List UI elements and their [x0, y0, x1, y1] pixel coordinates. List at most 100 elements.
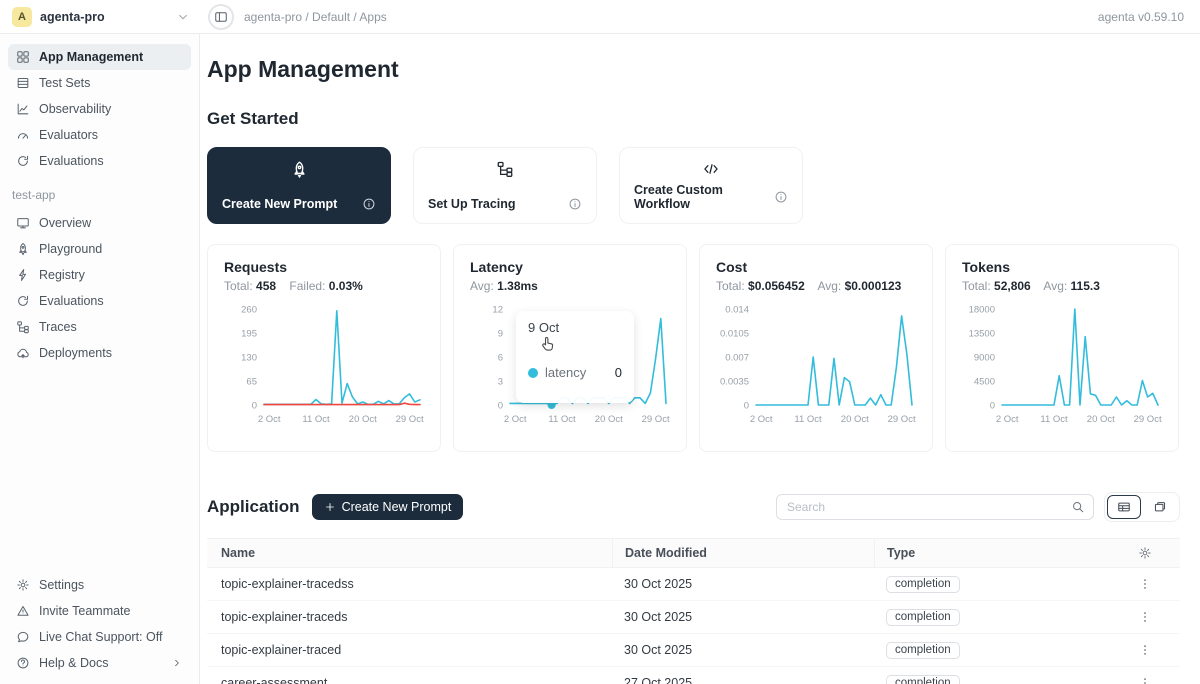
rocket-icon [222, 160, 376, 179]
card-view-button[interactable] [1143, 495, 1177, 519]
svg-text:20 Oct: 20 Oct [841, 414, 869, 425]
chevron-down-icon [176, 10, 190, 24]
svg-text:130: 130 [241, 352, 257, 363]
table-view-button[interactable] [1107, 495, 1141, 519]
chat-bubble-icon [16, 630, 30, 644]
tooltip-series-label: latency [545, 365, 586, 380]
svg-text:2 Oct: 2 Oct [750, 414, 773, 425]
tooltip-date: 9 Oct [528, 320, 622, 335]
search-input[interactable] [787, 500, 1071, 514]
svg-text:0: 0 [252, 400, 257, 411]
requests-chart[interactable]: 0651301952602 Oct11 Oct20 Oct29 Oct [224, 301, 426, 429]
chart-tooltip: 9 Oct latency 0 [516, 311, 634, 403]
info-icon[interactable] [774, 190, 788, 204]
svg-text:65: 65 [246, 376, 257, 387]
svg-text:0.0105: 0.0105 [720, 328, 749, 339]
sidebar-item-registry[interactable]: Registry [8, 262, 191, 288]
svg-text:3: 3 [498, 376, 503, 387]
sidebar-item-evaluations-project[interactable]: Evaluations [8, 288, 191, 314]
sidebar-item-evaluators[interactable]: Evaluators [8, 122, 191, 148]
svg-text:11 Oct: 11 Oct [548, 414, 576, 425]
column-header-type[interactable]: Type [874, 539, 1110, 567]
gear-icon [16, 578, 30, 592]
table-row[interactable]: topic-explainer-traced 30 Oct 2025 compl… [207, 634, 1180, 667]
kebab-menu-icon[interactable] [1138, 610, 1152, 624]
sidebar-item-label: Observability [39, 102, 111, 116]
mouse-cursor-icon [538, 335, 557, 354]
app-date: 27 Oct 2025 [612, 676, 874, 684]
kebab-menu-icon[interactable] [1138, 643, 1152, 657]
cost-chart[interactable]: 00.00350.0070.01050.0142 Oct11 Oct20 Oct… [716, 301, 918, 429]
workspace-switcher[interactable]: A agenta-pro [0, 7, 200, 27]
sidebar-item-label: Evaluators [39, 128, 98, 142]
app-date: 30 Oct 2025 [612, 577, 874, 591]
table-row[interactable]: career-assessment 27 Oct 2025 completion [207, 667, 1180, 684]
svg-text:0.0035: 0.0035 [720, 376, 749, 387]
app-name[interactable]: topic-explainer-tracedss [207, 577, 612, 591]
set-up-tracing-card[interactable]: Set Up Tracing [413, 147, 597, 224]
sidebar-item-label: Playground [39, 242, 102, 256]
chart-title: Cost [716, 259, 916, 275]
gauge-icon [16, 128, 30, 142]
top-bar: A agenta-pro agenta-pro / Default / Apps… [0, 0, 1200, 34]
rocket-icon [16, 242, 30, 256]
svg-text:9000: 9000 [974, 352, 995, 363]
sidebar-item-evaluations[interactable]: Evaluations [8, 148, 191, 174]
sidebar-item-app-management[interactable]: App Management [8, 44, 191, 70]
svg-text:4500: 4500 [974, 376, 995, 387]
create-new-prompt-card[interactable]: Create New Prompt [207, 147, 391, 224]
sidebar: App Management Test Sets Observability E… [0, 34, 200, 684]
sidebar-item-deployments[interactable]: Deployments [8, 340, 191, 366]
gear-icon[interactable] [1138, 546, 1152, 560]
app-date: 30 Oct 2025 [612, 610, 874, 624]
column-header-name[interactable]: Name [207, 546, 612, 560]
type-badge: completion [886, 609, 960, 626]
create-custom-workflow-card[interactable]: Create Custom Workflow [619, 147, 803, 224]
sidebar-item-help-docs[interactable]: Help & Docs [8, 650, 191, 676]
table-row[interactable]: topic-explainer-tracedss 30 Oct 2025 com… [207, 568, 1180, 601]
create-new-prompt-button[interactable]: Create New Prompt [312, 494, 464, 520]
breadcrumb[interactable]: agenta-pro / Default / Apps [244, 10, 1098, 24]
get-started-title: Get Started [207, 109, 1180, 129]
svg-text:260: 260 [241, 304, 257, 315]
cost-chart-card: Cost Total: $0.056452 Avg: $0.000123 00.… [699, 244, 933, 452]
info-icon[interactable] [568, 197, 582, 211]
search-icon[interactable] [1071, 500, 1085, 514]
svg-text:18000: 18000 [969, 304, 995, 315]
app-name[interactable]: career-assessment [207, 676, 612, 684]
chart-stats: Avg: 1.38ms [470, 279, 670, 293]
table-row[interactable]: topic-explainer-traceds 30 Oct 2025 comp… [207, 601, 1180, 634]
chevron-right-icon [171, 657, 183, 669]
kebab-menu-icon[interactable] [1138, 577, 1152, 591]
app-date: 30 Oct 2025 [612, 643, 874, 657]
svg-text:2 Oct: 2 Oct [504, 414, 527, 425]
tokens-chart[interactable]: 04500900013500180002 Oct11 Oct20 Oct29 O… [962, 301, 1164, 429]
svg-text:11 Oct: 11 Oct [1040, 414, 1068, 425]
refresh-circle-icon [16, 294, 30, 308]
sidebar-item-overview[interactable]: Overview [8, 210, 191, 236]
sidebar-item-traces[interactable]: Traces [8, 314, 191, 340]
svg-text:0: 0 [498, 400, 503, 411]
column-header-date-modified[interactable]: Date Modified [612, 539, 874, 567]
monitor-icon [16, 216, 30, 230]
chart-title: Tokens [962, 259, 1162, 275]
sidebar-collapse-button[interactable] [208, 4, 234, 30]
sidebar-item-observability[interactable]: Observability [8, 96, 191, 122]
sidebar-item-label: Registry [39, 268, 85, 282]
card-view-icon [1153, 500, 1167, 514]
sidebar-item-label: Evaluations [39, 154, 104, 168]
sidebar-item-label: Invite Teammate [39, 604, 130, 618]
app-name[interactable]: topic-explainer-traceds [207, 610, 612, 624]
sidebar-item-live-chat[interactable]: Live Chat Support: Off [8, 624, 191, 650]
sidebar-item-settings[interactable]: Settings [8, 572, 191, 598]
sidebar-item-invite-teammate[interactable]: Invite Teammate [8, 598, 191, 624]
applications-table: Name Date Modified Type topic-explainer-… [207, 538, 1180, 684]
app-name[interactable]: topic-explainer-traced [207, 643, 612, 657]
sidebar-item-playground[interactable]: Playground [8, 236, 191, 262]
lightning-icon [16, 268, 30, 282]
kebab-menu-icon[interactable] [1138, 676, 1152, 684]
svg-text:11 Oct: 11 Oct [794, 414, 822, 425]
card-label: Create Custom Workflow [634, 183, 774, 211]
sidebar-item-test-sets[interactable]: Test Sets [8, 70, 191, 96]
info-icon[interactable] [362, 197, 376, 211]
